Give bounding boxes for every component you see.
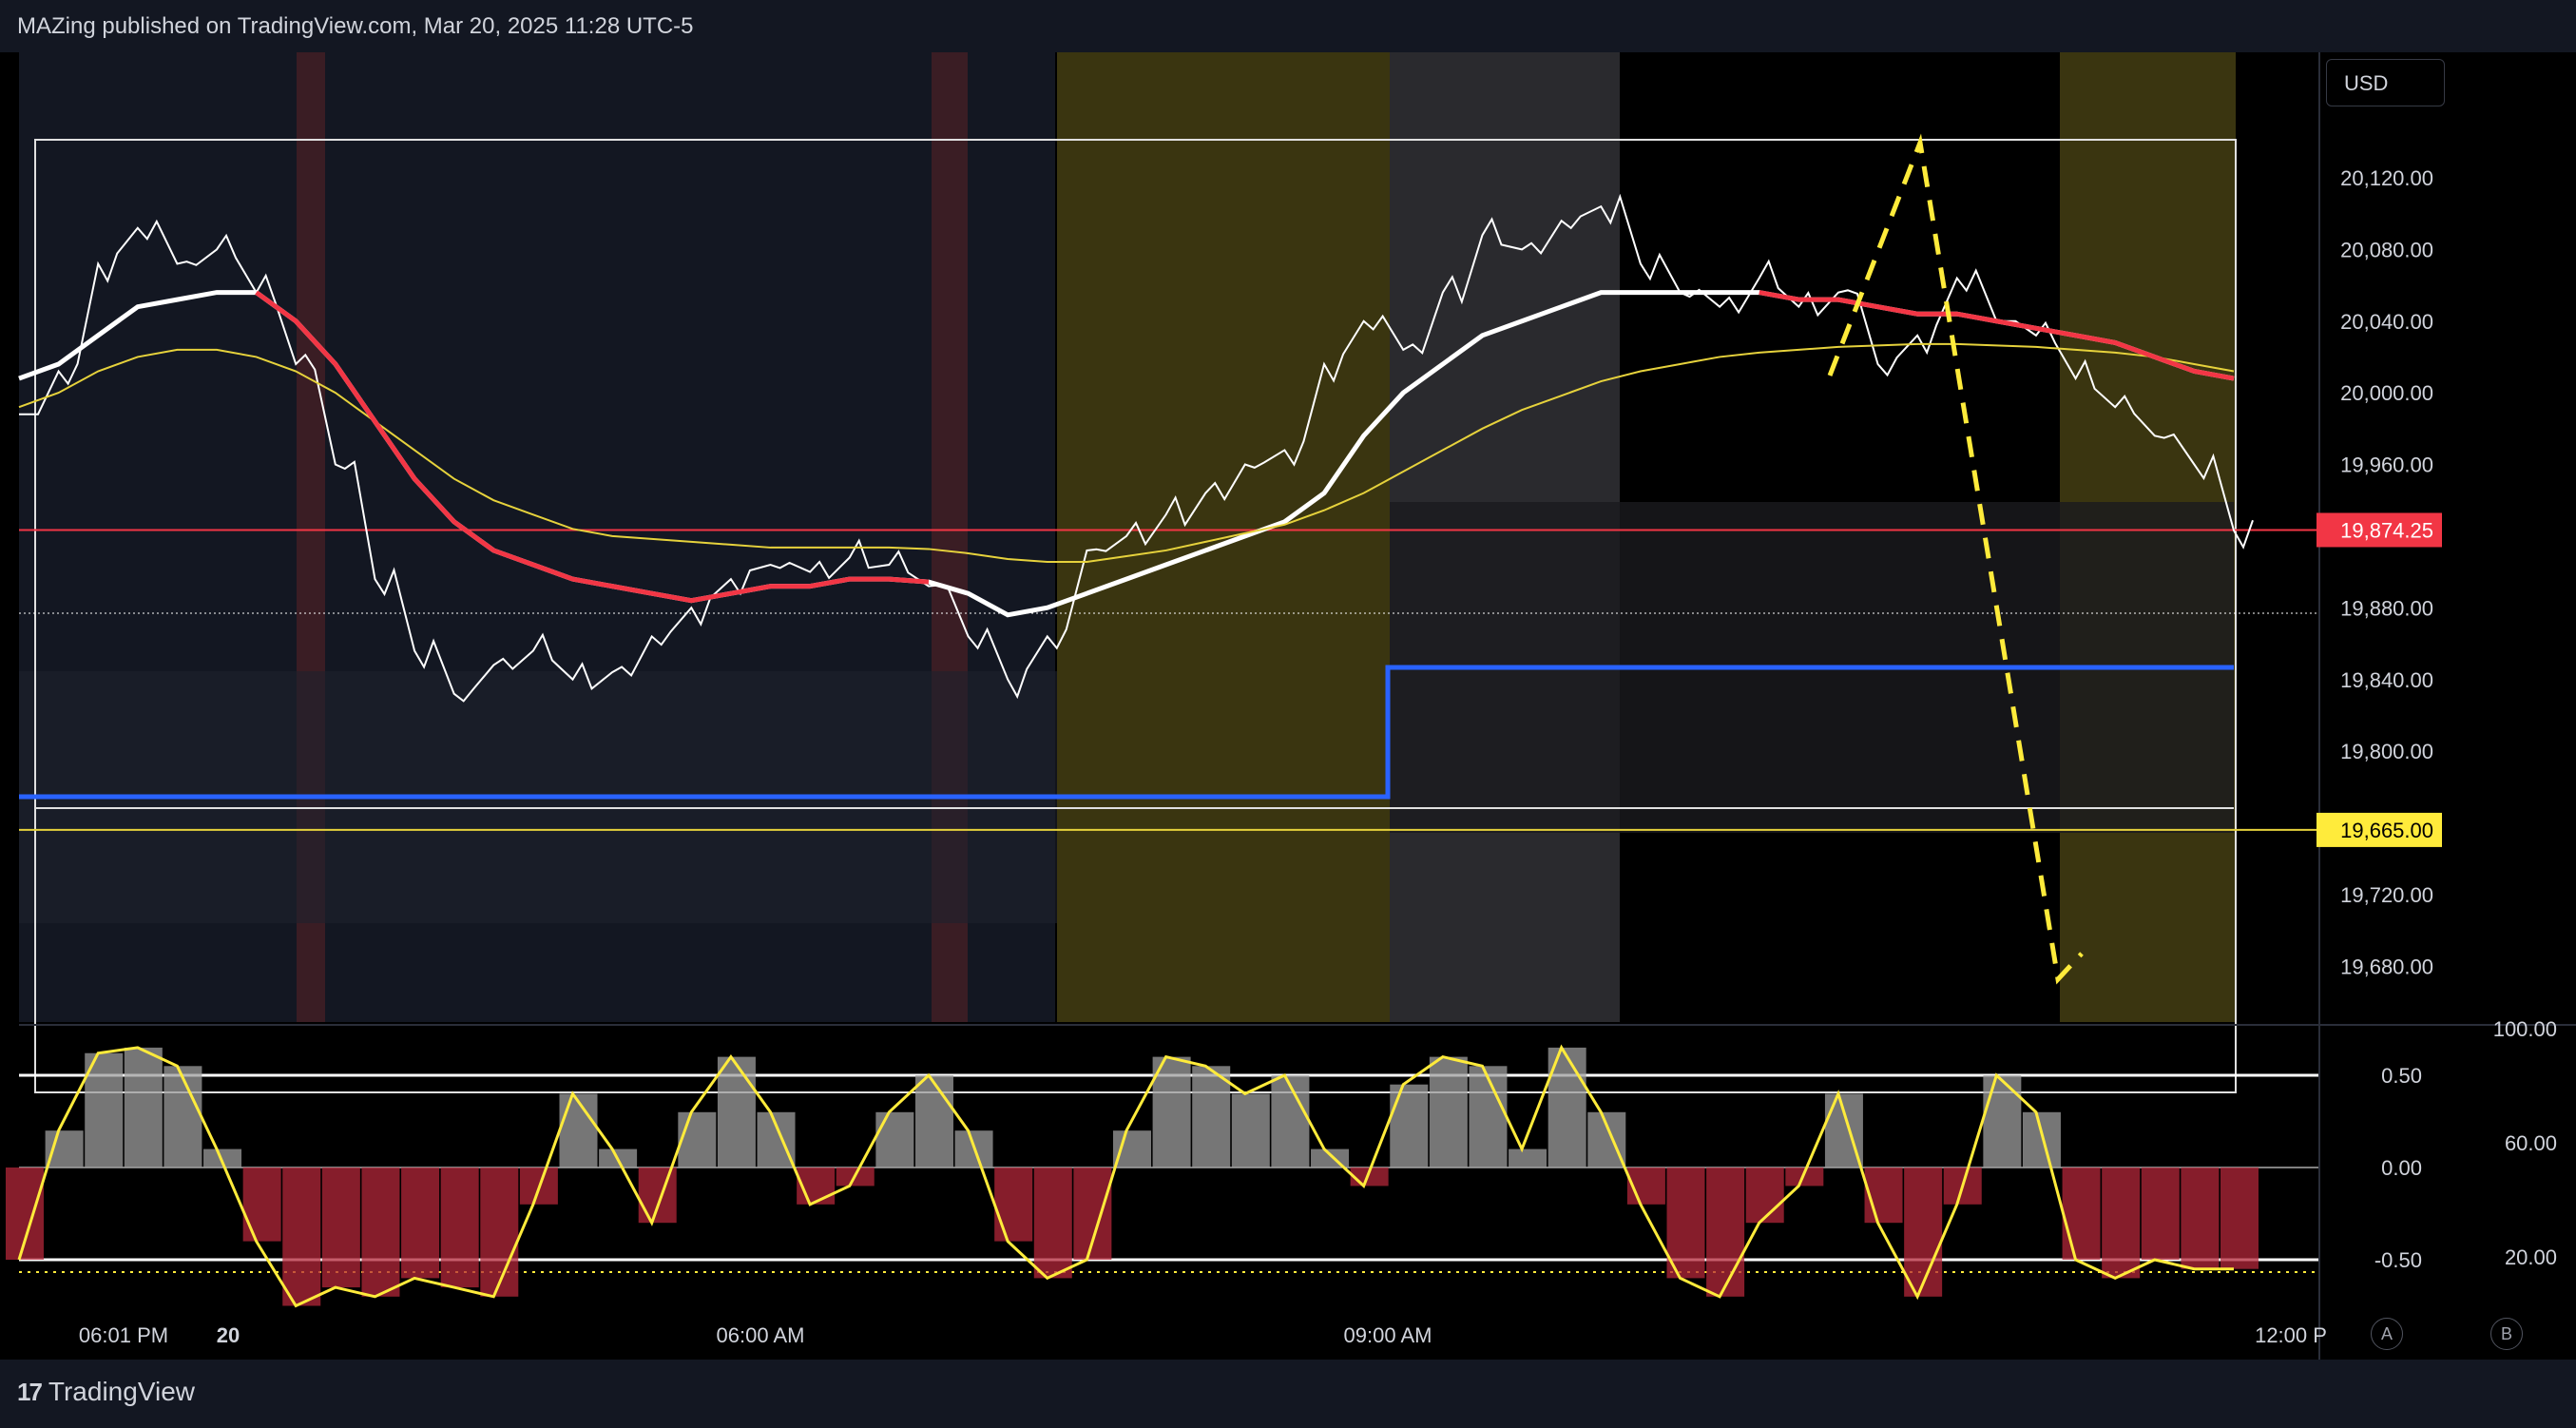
scale-b-label: B — [2500, 1324, 2512, 1343]
osc-bar — [1706, 1167, 1745, 1297]
price-tick: 19,880.00 — [2340, 596, 2433, 620]
osc-bar — [2062, 1167, 2101, 1260]
osc-bar — [1192, 1066, 1231, 1167]
time-tick: 06:01 PM — [79, 1323, 168, 1347]
osc-bar — [1231, 1093, 1270, 1167]
osc-tick-left: 0.50 — [2381, 1064, 2422, 1088]
osc-bar — [2181, 1167, 2220, 1269]
osc-bar — [1311, 1148, 1350, 1167]
tradingview-brand: TradingView — [48, 1377, 196, 1406]
osc-tick-right: 60.00 — [2505, 1131, 2557, 1155]
osc-bar — [242, 1167, 281, 1242]
time-tick: 12:00 P — [2255, 1323, 2327, 1347]
currency-label: USD — [2344, 71, 2389, 95]
osc-bar — [1904, 1167, 1943, 1297]
osc-bar — [717, 1056, 756, 1167]
osc-bar — [480, 1167, 519, 1297]
session-backgrounds — [19, 52, 2236, 1022]
osc-bar — [124, 1047, 163, 1167]
chart-canvas[interactable]: 20,120.00 20,080.00 20,040.00 20,000.00 19,9… — [0, 0, 2576, 1428]
level-label: 19,665.00 — [2340, 819, 2433, 842]
tradingview-logo[interactable]: 17 TradingView — [17, 1377, 195, 1407]
price-tick: 19,840.00 — [2340, 668, 2433, 692]
time-tick: 20 — [217, 1323, 240, 1347]
osc-bar — [2102, 1167, 2141, 1279]
osc-tick-left: -0.50 — [2374, 1248, 2422, 1272]
footer-bar: 17 TradingView — [0, 1360, 2576, 1428]
osc-bar — [2022, 1111, 2061, 1167]
osc-bar — [1745, 1167, 1784, 1224]
osc-tick-right: 100.00 — [2493, 1017, 2557, 1041]
currency-button[interactable]: USD — [2326, 59, 2445, 106]
price-tick: 19,960.00 — [2340, 453, 2433, 477]
osc-bar — [1033, 1167, 1072, 1279]
tradingview-logo-icon: 17 — [17, 1377, 43, 1406]
scale-button-b[interactable]: B — [2490, 1318, 2523, 1350]
osc-bar — [914, 1075, 953, 1167]
price-tick: 20,040.00 — [2340, 310, 2433, 334]
osc-bar — [638, 1167, 677, 1224]
osc-bar — [401, 1167, 440, 1279]
time-tick: 09:00 AM — [1344, 1323, 1432, 1347]
osc-bar — [559, 1093, 598, 1167]
price-tick: 20,080.00 — [2340, 238, 2433, 261]
osc-bar — [2141, 1167, 2180, 1260]
osc-tick-right: 20.00 — [2505, 1245, 2557, 1269]
price-tick: 19,680.00 — [2340, 955, 2433, 978]
osc-bar — [440, 1167, 479, 1288]
last-price-label: 19,874.25 — [2340, 518, 2433, 542]
osc-bar — [282, 1167, 321, 1306]
scale-button-a[interactable]: A — [2371, 1318, 2403, 1350]
osc-bar — [1429, 1056, 1468, 1167]
price-tick: 20,120.00 — [2340, 166, 2433, 190]
osc-bar — [45, 1130, 84, 1167]
price-tick: 19,720.00 — [2340, 883, 2433, 907]
osc-tick-left: 0.00 — [2381, 1156, 2422, 1180]
osc-bar — [2220, 1167, 2259, 1269]
osc-bar — [1390, 1084, 1429, 1167]
osc-bar — [1113, 1130, 1151, 1167]
time-tick: 06:00 AM — [717, 1323, 805, 1347]
osc-bar — [875, 1111, 914, 1167]
scale-a-label: A — [2380, 1324, 2393, 1343]
osc-bar — [361, 1167, 400, 1297]
price-tick: 20,000.00 — [2340, 381, 2433, 405]
osc-bar — [678, 1111, 717, 1167]
osc-bar — [994, 1167, 1033, 1242]
osc-bar — [321, 1167, 360, 1288]
oscillator-pane[interactable] — [6, 1025, 2319, 1308]
osc-bar — [1983, 1075, 2022, 1167]
price-tick: 19,800.00 — [2340, 740, 2433, 763]
osc-bar — [1271, 1075, 1310, 1167]
osc-bar — [1509, 1148, 1548, 1167]
